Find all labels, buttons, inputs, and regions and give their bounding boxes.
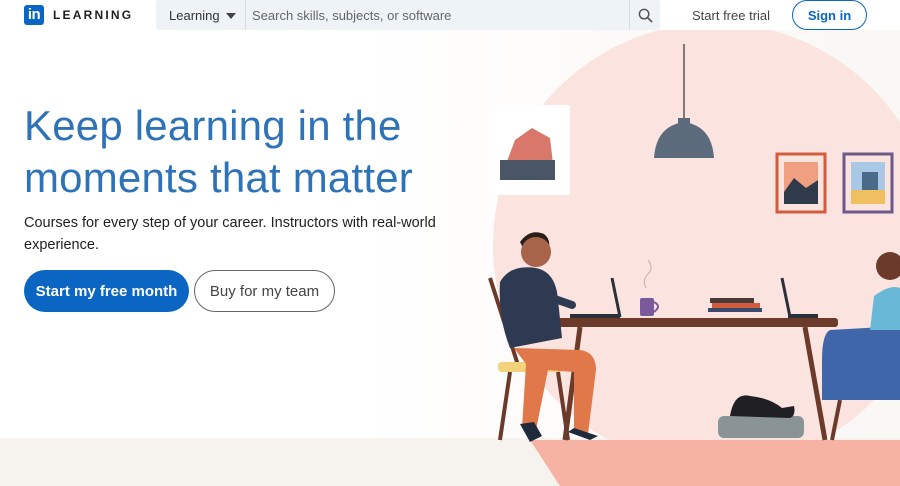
hero-subtext: Courses for every step of your career. I…	[24, 215, 436, 253]
hero-headline: Keep learning in the moments that matter	[24, 102, 413, 201]
search-category-label: Learning	[169, 7, 220, 23]
framed-picture-1-icon	[775, 152, 827, 214]
hero-illustration	[488, 30, 900, 486]
sign-in-button[interactable]: Sign in	[792, 0, 867, 30]
search-input[interactable]	[246, 0, 629, 30]
floor-band	[530, 440, 900, 486]
linkedin-learning-logo[interactable]: in LEARNING	[24, 5, 133, 25]
framed-picture-2-icon	[842, 152, 894, 214]
armchair-icon	[822, 326, 900, 441]
wall-art-left-icon	[495, 105, 570, 195]
chevron-down-icon	[225, 12, 236, 19]
stack-of-books-icon	[708, 298, 762, 312]
start-free-month-button[interactable]: Start my free month	[24, 270, 189, 312]
search-category-dropdown[interactable]: Learning	[156, 0, 246, 30]
search-icon	[638, 8, 652, 22]
start-free-trial-link[interactable]: Start free trial	[692, 8, 770, 23]
buy-for-team-button[interactable]: Buy for my team	[194, 270, 335, 312]
search-bar: Learning	[156, 0, 660, 30]
top-nav: in LEARNING Learning Start free trial Si…	[0, 0, 900, 30]
search-button[interactable]	[629, 0, 660, 30]
logo-text: LEARNING	[53, 8, 134, 22]
linkedin-logo-icon: in	[24, 5, 44, 25]
